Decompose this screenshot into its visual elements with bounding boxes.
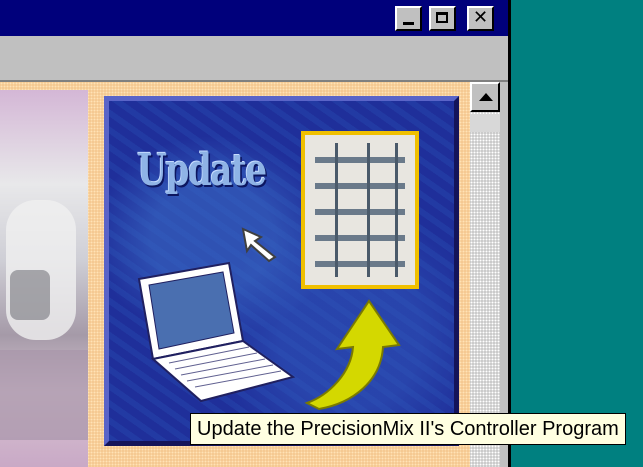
application-window: ✕ Update Update the PrecisionMix II's Co…	[0, 0, 626, 467]
cabinet-rail	[315, 157, 405, 163]
title-bar[interactable]: ✕	[0, 0, 508, 36]
scroll-up-arrow-icon	[479, 93, 493, 101]
minimize-button[interactable]	[395, 6, 422, 31]
minimize-icon	[403, 22, 414, 25]
pointer-arrow-icon	[241, 227, 277, 263]
cabinet-rail	[315, 183, 405, 189]
cabinet-rail	[315, 235, 405, 241]
control-cabinet-image	[301, 131, 419, 289]
update-button-panel[interactable]: Update	[104, 96, 459, 446]
scroll-up-button[interactable]	[470, 82, 500, 112]
vertical-scrollbar[interactable]	[470, 82, 500, 467]
close-icon: ✕	[472, 7, 489, 28]
cabinet-wire	[335, 143, 338, 277]
background-photo	[0, 90, 88, 467]
toolbar-area	[0, 36, 508, 82]
close-button[interactable]: ✕	[467, 6, 494, 31]
maximize-button[interactable]	[429, 6, 456, 31]
maximize-icon	[436, 12, 448, 23]
cabinet-wire	[367, 143, 370, 277]
laptop-icon	[137, 261, 296, 403]
scroll-thumb[interactable]	[470, 114, 500, 132]
cabinet-wire	[395, 143, 398, 277]
tooltip: Update the PrecisionMix II's Controller …	[190, 413, 626, 445]
update-title: Update	[137, 145, 267, 196]
cabinet-rail	[315, 261, 405, 267]
cabinet-rail	[315, 209, 405, 215]
curved-arrow-icon	[304, 299, 401, 411]
photo-lower	[0, 350, 88, 440]
photo-shadow	[10, 270, 50, 320]
